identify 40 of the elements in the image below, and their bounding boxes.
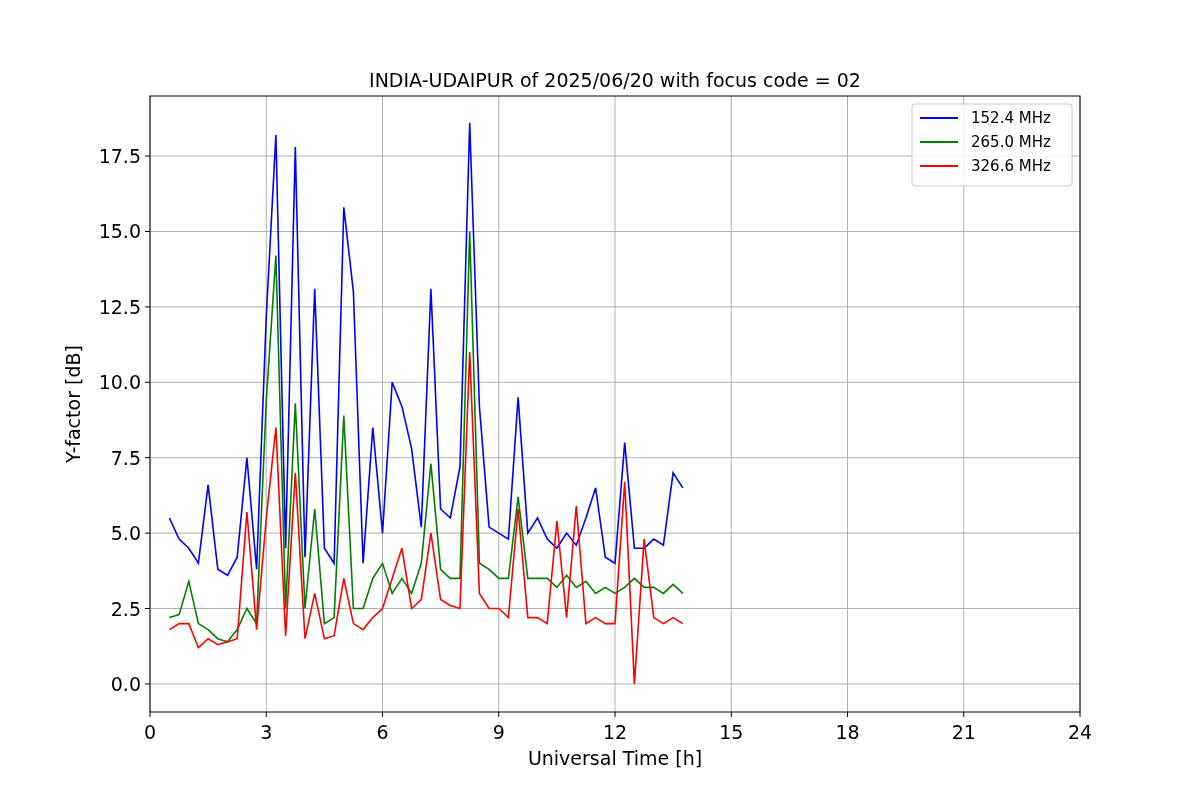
- tick-label: 10.0: [98, 371, 141, 394]
- tick-mark: [144, 155, 151, 157]
- tick-label: 6: [376, 721, 389, 743]
- tick-mark: [144, 381, 151, 383]
- tick-mark: [730, 711, 732, 718]
- tick-label: 24: [1067, 721, 1093, 743]
- tick-label: 18: [835, 721, 860, 743]
- tick-mark: [144, 532, 151, 534]
- tick-mark: [144, 457, 151, 459]
- legend-label: 326.6 MHz: [971, 157, 1051, 175]
- tick-label: 5.0: [110, 522, 141, 545]
- tick-mark: [847, 711, 848, 718]
- tick-label: 21: [951, 721, 976, 743]
- legend-label: 265.0 MHz: [971, 133, 1051, 151]
- tick-label: 0.0: [110, 672, 141, 695]
- tick-label: 7.5: [110, 446, 141, 469]
- tick-label: 3: [260, 721, 273, 743]
- tick-mark: [144, 608, 151, 610]
- tick-mark: [144, 306, 151, 308]
- tick-mark: [614, 711, 616, 718]
- x-axis-label: Universal Time [h]: [527, 747, 703, 769]
- chart-title: INDIA-UDAIPUR of 2025/06/20 with focus code = 02: [369, 69, 861, 91]
- tick-mark: [963, 711, 965, 718]
- tick-mark: [149, 711, 151, 718]
- tick-label: 12.5: [98, 295, 141, 318]
- tick-mark: [1079, 711, 1081, 718]
- tick-label: 15: [719, 721, 744, 743]
- legend-label: 152.4 MHz: [971, 109, 1051, 127]
- tick-mark: [144, 230, 151, 232]
- tick-mark: [382, 711, 383, 718]
- tick-label: 12: [602, 721, 628, 743]
- tick-label: 0: [143, 721, 157, 743]
- tick-label: 17.5: [98, 145, 141, 168]
- tick-label: 9: [492, 721, 505, 743]
- y-axis-label: Y-factor [dB]: [62, 345, 84, 463]
- tick-mark: [144, 683, 151, 685]
- tick-label: 15.0: [98, 220, 141, 243]
- tick-label: 2.5: [110, 597, 141, 620]
- tick-mark: [498, 711, 500, 718]
- tick-mark: [265, 711, 267, 718]
